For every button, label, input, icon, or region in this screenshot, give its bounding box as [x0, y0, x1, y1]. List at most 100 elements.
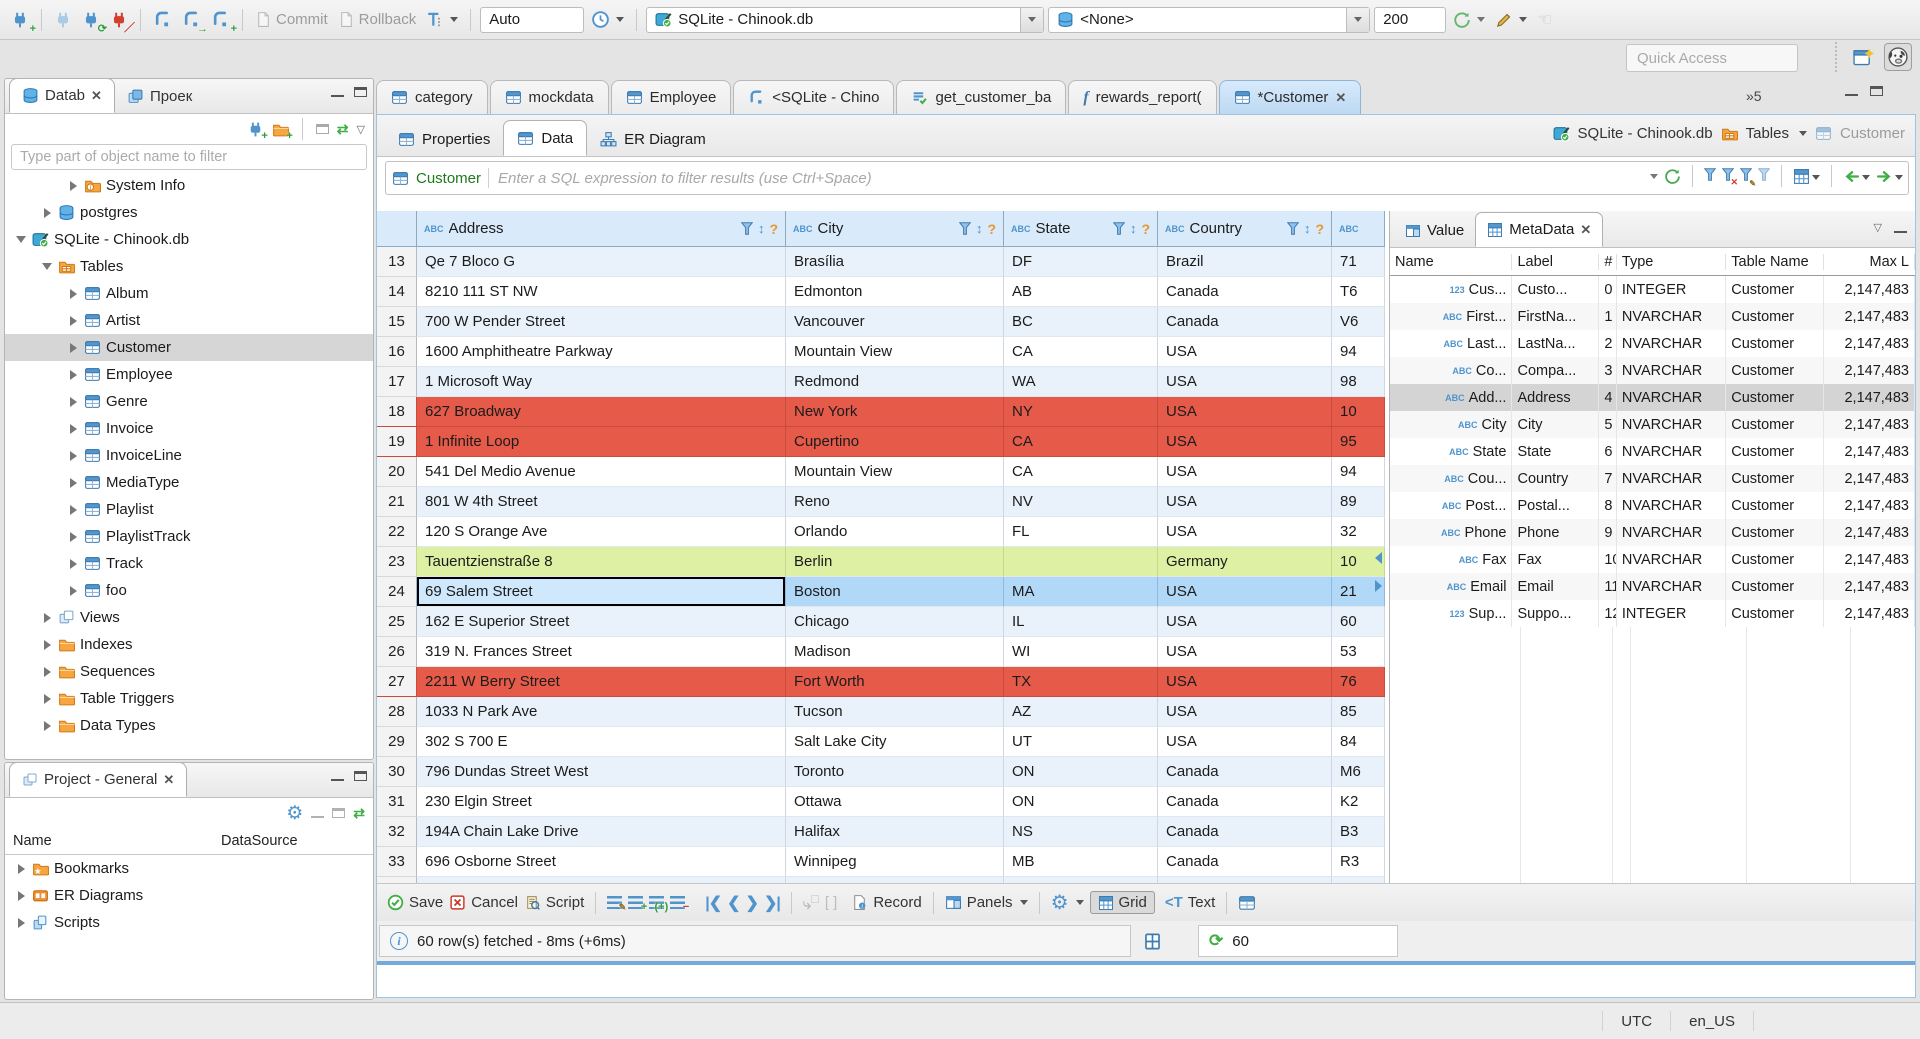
nav-back-button[interactable] — [1843, 167, 1870, 185]
tree-item-foo[interactable]: foo — [5, 577, 373, 604]
tree-item-invoiceline[interactable]: InvoiceLine — [5, 442, 373, 469]
data-cell[interactable]: 700 W Pender Street — [417, 307, 786, 337]
reconnect-button[interactable]: ⟳ — [79, 9, 107, 35]
grid-corner-cell[interactable] — [377, 211, 417, 247]
data-cell[interactable]: 85 — [1332, 697, 1385, 727]
row-number-cell[interactable]: 14 — [377, 277, 417, 307]
data-cell[interactable]: 8210 111 ST NW — [417, 277, 786, 307]
tree-collapsed-icon[interactable] — [67, 288, 79, 299]
view-menu-icon[interactable]: ▽ — [357, 123, 365, 136]
quick-filter-icon[interactable]: ? — [1315, 221, 1324, 237]
data-cell[interactable]: CA — [1004, 457, 1158, 487]
schema-select-combo[interactable]: <None> — [1048, 6, 1371, 33]
minimize-icon[interactable] — [331, 93, 344, 97]
tree-item-customer[interactable]: Customer — [5, 334, 373, 361]
row-number-cell[interactable]: 28 — [377, 697, 417, 727]
new-sql-script-button[interactable]: + — [208, 8, 237, 35]
data-cell[interactable]: T6 — [1332, 277, 1385, 307]
last-row-button[interactable]: ❯| — [764, 893, 781, 913]
data-cell[interactable]: 95 — [1332, 427, 1385, 457]
project-item-er-diagrams[interactable]: ER Diagrams — [5, 882, 373, 909]
data-cell[interactable]: V6 — [1332, 307, 1385, 337]
meta-column-header--[interactable]: # — [1599, 253, 1617, 270]
auto-refresh-button[interactable] — [1793, 167, 1820, 185]
tree-collapsed-icon[interactable] — [67, 369, 79, 380]
script-button[interactable]: Script — [524, 894, 584, 911]
tree-item-indexes[interactable]: Indexes — [5, 631, 373, 658]
row-number-cell[interactable]: 13 — [377, 247, 417, 277]
data-cell[interactable]: Toronto — [786, 757, 1004, 787]
data-cell[interactable]: 71 — [1332, 247, 1385, 277]
data-cell[interactable]: ON — [1004, 757, 1158, 787]
row-number-cell[interactable]: 31 — [377, 787, 417, 817]
data-cell[interactable]: 69 Salem Street — [417, 577, 786, 607]
commit-mode-combo[interactable]: Auto — [480, 6, 585, 33]
edit-cell-icon[interactable]: ✎ — [607, 896, 626, 912]
data-cell[interactable]: Winnipeg — [786, 847, 1004, 877]
data-cell[interactable]: 194A Chain Lake Drive — [417, 817, 786, 847]
row-number-cell[interactable]: 15 — [377, 307, 417, 337]
editor-tab--customer[interactable]: *Customer ✕ — [1218, 80, 1362, 114]
data-cell[interactable]: 53 — [1332, 637, 1385, 667]
tree-collapsed-icon[interactable] — [67, 477, 79, 488]
text-presentation-button[interactable]: <T Text — [1165, 894, 1215, 911]
meta-column-header-max-l[interactable]: Max L — [1824, 253, 1915, 270]
tab-data[interactable]: Data — [503, 120, 588, 156]
data-cell[interactable]: Germany — [1158, 547, 1332, 577]
tree-collapsed-icon[interactable] — [67, 450, 79, 461]
data-cell[interactable]: WA — [1004, 367, 1158, 397]
metadata-row[interactable]: ABC First... FirstNa... 1 NVARCHAR Customer 2,… — [1390, 303, 1915, 330]
row-number-cell[interactable]: 32 — [377, 817, 417, 847]
data-cell[interactable]: MB — [1004, 847, 1158, 877]
record-button[interactable]: Record — [851, 894, 922, 911]
column-header-partial[interactable]: ABC — [1332, 211, 1385, 247]
column-header-name[interactable]: Name — [5, 833, 213, 849]
minimize-icon[interactable] — [1894, 229, 1907, 233]
data-cell[interactable]: 94 — [1332, 457, 1385, 487]
metadata-row[interactable]: ABC Cou... Country 7 NVARCHAR Customer 2,147,4… — [1390, 465, 1915, 492]
panel-expand-right-icon[interactable] — [1375, 580, 1382, 592]
link-with-editor-button[interactable]: ⇄ — [353, 805, 365, 822]
row-number-cell[interactable]: 30 — [377, 757, 417, 787]
save-button[interactable]: Save — [387, 894, 443, 911]
metadata-row[interactable]: 123Sup...Suppo...12INTEGERCustomer2,147,… — [1390, 600, 1915, 627]
data-cell[interactable]: Berlin — [786, 547, 1004, 577]
editor-tab-category[interactable]: category — [376, 80, 488, 114]
data-cell[interactable]: CA — [1004, 337, 1158, 367]
connect-button[interactable] — [51, 9, 75, 31]
data-cell[interactable]: Canada — [1158, 307, 1332, 337]
combo-arrow[interactable] — [1346, 7, 1370, 32]
editor-tab--sqlite-chino[interactable]: <SQLite - Chino — [733, 80, 895, 114]
refresh-status[interactable]: ⟳ 60 — [1198, 925, 1398, 957]
maximize-icon[interactable] — [354, 771, 367, 781]
data-cell[interactable]: Madison — [786, 637, 1004, 667]
tree-collapsed-icon[interactable] — [15, 863, 27, 874]
metadata-row[interactable]: ABC State State 6 NVARCHAR Customer 2,147,483 — [1390, 438, 1915, 465]
add-row-icon[interactable]: + — [628, 896, 647, 913]
data-cell[interactable]: USA — [1158, 337, 1332, 367]
tree-item-album[interactable]: Album — [5, 280, 373, 307]
breadcrumb-db[interactable]: SQLite - Chinook.db — [1578, 125, 1713, 142]
row-number-cell[interactable]: 20 — [377, 457, 417, 487]
data-cell[interactable]: Reno — [786, 487, 1004, 517]
metadata-row[interactable]: ABC Phone Phone 9 NVARCHAR Customer 2,147,483 — [1390, 519, 1915, 546]
data-cell[interactable]: 162 E Superior Street — [417, 607, 786, 637]
chevron-down-icon[interactable] — [1798, 131, 1807, 136]
column-header-address[interactable]: ABC Address ↕? — [417, 211, 786, 247]
data-cell[interactable]: UT — [1004, 727, 1158, 757]
breadcrumb-tables[interactable]: Tables — [1746, 125, 1789, 142]
sort-icon[interactable]: ↕ — [1130, 221, 1137, 236]
row-number-cell[interactable]: 26 — [377, 637, 417, 667]
column-header-country[interactable]: ABC Country ↕? — [1158, 211, 1332, 247]
filter-table-name[interactable]: Customer — [416, 170, 481, 187]
data-cell[interactable]: 1 Microsoft Way — [417, 367, 786, 397]
data-cell[interactable]: USA — [1158, 367, 1332, 397]
tab-metadata[interactable]: MetaData ✕ — [1475, 212, 1604, 247]
data-cell[interactable]: Edmonton — [786, 277, 1004, 307]
delete-row-icon[interactable]: − — [670, 896, 689, 913]
editor-tab-employee[interactable]: Employee — [610, 80, 732, 114]
filter-edit-icon[interactable]: ✎ — [1740, 168, 1756, 188]
metadata-row[interactable]: ABCEmailEmail11NVARCHARCustomer2,147,483 — [1390, 573, 1915, 600]
project-item-scripts[interactable]: Scripts — [5, 909, 373, 936]
close-icon[interactable]: ✕ — [1580, 222, 1591, 238]
